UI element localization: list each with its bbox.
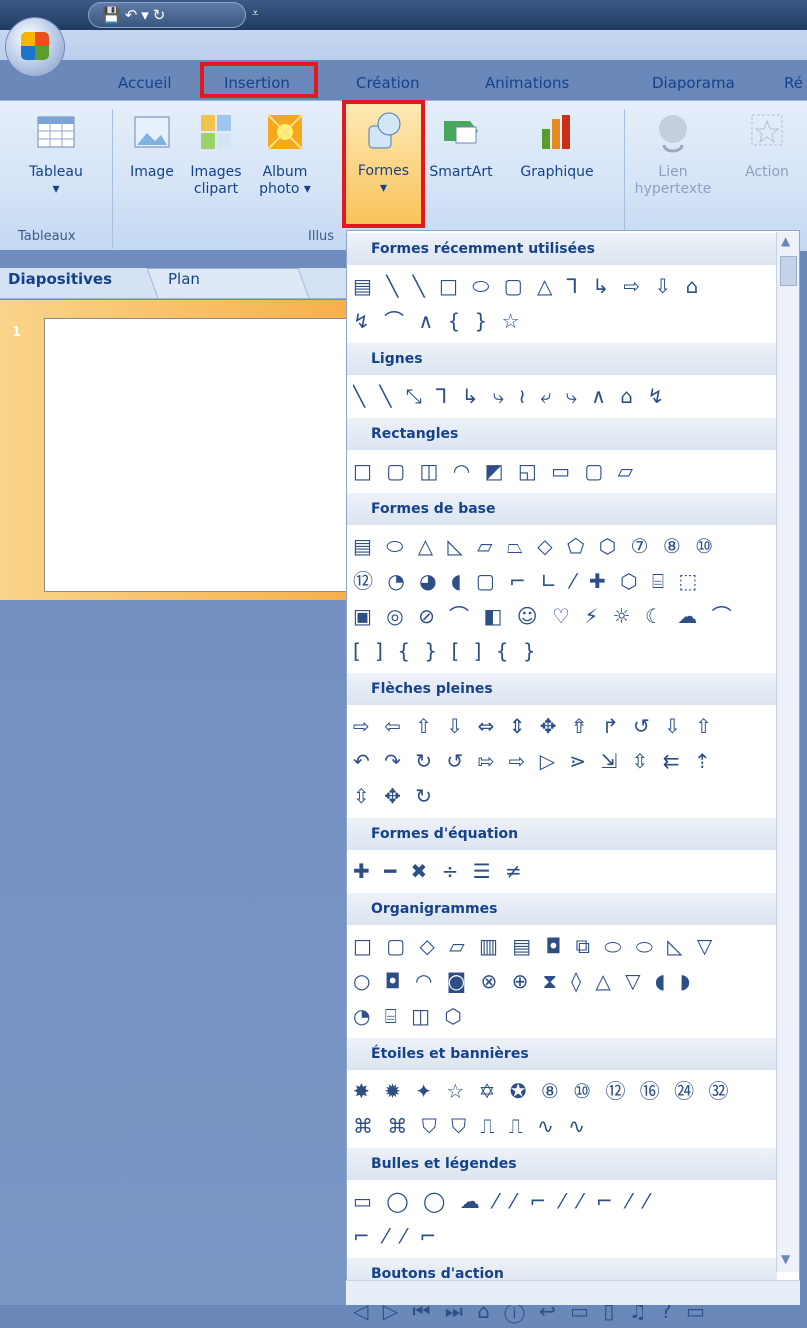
slide-number: 1: [12, 325, 22, 340]
hyperlink-globe-icon: [659, 115, 687, 153]
smartart-icon: [444, 121, 478, 144]
shape-row[interactable]: ▭ ◯ ◯ ☁ ⁄ ⁄ ⌐ ⁄ ⁄ ⌐ ⁄ ⁄: [353, 1184, 773, 1218]
tab-insertion-highlight: [200, 62, 318, 98]
office-button[interactable]: [6, 18, 64, 76]
tab-plan[interactable]: Plan: [168, 270, 200, 288]
formes-button[interactable]: Formes ▾: [342, 100, 425, 228]
gallery-section-header: Formes récemment utilisées: [347, 233, 777, 265]
save-icon[interactable]: 💾: [102, 5, 121, 25]
slide-thumbnail[interactable]: [44, 318, 366, 592]
tab-accueil[interactable]: Accueil: [118, 74, 172, 92]
shapes-icon: [368, 112, 400, 149]
image-button[interactable]: Image: [124, 111, 180, 181]
shape-row[interactable]: ⑫ ◔ ◕ ◖ ▢ ⌐ ∟ ⁄ ✚ ⬡ ⌸ ⬚: [353, 564, 773, 598]
tab-revision[interactable]: Ré: [784, 74, 803, 92]
shape-row[interactable]: ⌐ ⁄ ⁄ ⌐: [353, 1219, 773, 1253]
table-icon: [37, 116, 75, 148]
lien-hypertexte-button[interactable]: Lien hypertexte: [630, 111, 716, 198]
gallery-section-header: Rectangles: [347, 418, 777, 450]
action-button[interactable]: Action: [732, 111, 802, 181]
group-illustrations-label: Illus: [308, 229, 335, 244]
gallery-section-header: Organigrammes: [347, 893, 777, 925]
scroll-thumb[interactable]: [780, 256, 797, 286]
gallery-section-header: Lignes: [347, 343, 777, 375]
gallery-section-header: Formes de base: [347, 493, 777, 525]
tab-diapositives[interactable]: Diapositives: [8, 270, 112, 288]
undo-icon[interactable]: ↶: [125, 5, 138, 25]
tab-animations[interactable]: Animations: [485, 74, 569, 92]
photo-album-icon: [267, 114, 303, 150]
shape-row[interactable]: ▤ ⬭ △ ◺ ▱ ⏢ ◇ ⬠ ⬡ ⑦ ⑧ ⑩: [353, 529, 773, 563]
ribbon-tabs: Accueil Insertion Création Animations Di…: [0, 60, 807, 100]
shape-row[interactable]: □ ▢ ◫ ◠ ◩ ◱ ▭ ▢ ▱: [353, 454, 773, 488]
action-star-icon: [751, 114, 783, 146]
shape-row[interactable]: ▣ ◎ ⊘ ⌒ ◧ ☺ ♡ ⚡ ☼ ☾ ☁ ⌒: [353, 599, 773, 633]
smartart-button[interactable]: SmartArt: [420, 111, 502, 181]
gallery-section-header: Étoiles et bannières: [347, 1038, 777, 1070]
tab-creation[interactable]: Création: [356, 74, 419, 92]
shape-row[interactable]: ○ ◘ ◠ ◙ ⊗ ⊕ ⧗ ◊ △ ▽ ◖ ◗: [353, 964, 773, 998]
group-tableaux-label: Tableaux: [18, 229, 76, 244]
gallery-section-header: Formes d'équation: [347, 818, 777, 850]
tableau-button[interactable]: Tableau ▾: [14, 111, 98, 198]
shape-row[interactable]: ◔ ⌸ ◫ ⬡: [353, 999, 773, 1033]
shape-row[interactable]: ▤ ╲ ╲ □ ⬭ ▢ △ ⅂ ↳ ⇨ ⇩ ⌂: [353, 269, 773, 303]
shape-row[interactable]: ╲ ╲ ⤡ ⅂ ↳ ⤷ ≀ ⤶ ⤷ ∧ ⌂ ↯: [353, 379, 773, 413]
gallery-scrollbar[interactable]: ▲ ▼: [776, 232, 799, 1272]
customize-qat-icon[interactable]: ⩡: [252, 6, 259, 21]
images-clipart-button[interactable]: Images clipart: [188, 111, 244, 198]
album-photo-button[interactable]: Album photo ▾: [252, 111, 318, 198]
shape-row[interactable]: ⌘ ⌘ ⛉ ⛉ ⎍ ⎍ ∿ ∿: [353, 1109, 773, 1143]
shapes-gallery: Formes récemment utilisées ▤ ╲ ╲ □ ⬭ ▢ △ …: [346, 230, 800, 1323]
separator: [624, 109, 625, 249]
quick-access-toolbar: 💾 ↶ ▾ ↻: [88, 2, 246, 28]
shape-row[interactable]: ✸ ✹ ✦ ☆ ✡ ✪ ⑧ ⑩ ⑫ ⑯ ㉔ ㉜: [353, 1074, 773, 1108]
redo-icon[interactable]: ↻: [153, 5, 166, 25]
shape-row[interactable]: [ ] { } [ ] { }: [353, 634, 773, 668]
separator: [112, 109, 113, 249]
graphique-button[interactable]: Graphique: [508, 111, 606, 181]
shape-row[interactable]: ✚ ━ ✖ ÷ ☰ ≠: [353, 854, 773, 888]
gallery-resize-bar[interactable]: [346, 1280, 800, 1305]
shape-row[interactable]: ⇳ ✥ ↻: [353, 779, 773, 813]
picture-icon: [134, 116, 170, 148]
shape-row[interactable]: □ ▢ ◇ ▱ ▥ ▤ ◘ ⧉ ⬭ ⬭ ◺ ▽: [353, 929, 773, 963]
tab-diaporama[interactable]: Diaporama: [652, 74, 735, 92]
gallery-section-header: Flèches pleines: [347, 673, 777, 705]
chart-icon: [542, 115, 570, 149]
undo-dropdown-icon[interactable]: ▾: [141, 5, 149, 25]
shape-row[interactable]: ⇨ ⇦ ⇧ ⇩ ⇔ ⇕ ✥ ⇮ ↱ ↺ ⇩ ⇧: [353, 709, 773, 743]
shape-row[interactable]: ↶ ↷ ↻ ↺ ⇰ ⇨ ▷ ⋗ ⇲ ⇳ ⇇ ⇡: [353, 744, 773, 778]
shape-row[interactable]: ↯ ⌒ ∧ { } ☆: [353, 304, 773, 338]
clipart-icon: [201, 115, 231, 149]
scroll-up-icon[interactable]: ▲: [781, 234, 790, 248]
office-logo-icon: [21, 32, 49, 60]
gallery-section-header: Bulles et légendes: [347, 1148, 777, 1180]
scroll-down-icon[interactable]: ▼: [781, 1252, 790, 1266]
